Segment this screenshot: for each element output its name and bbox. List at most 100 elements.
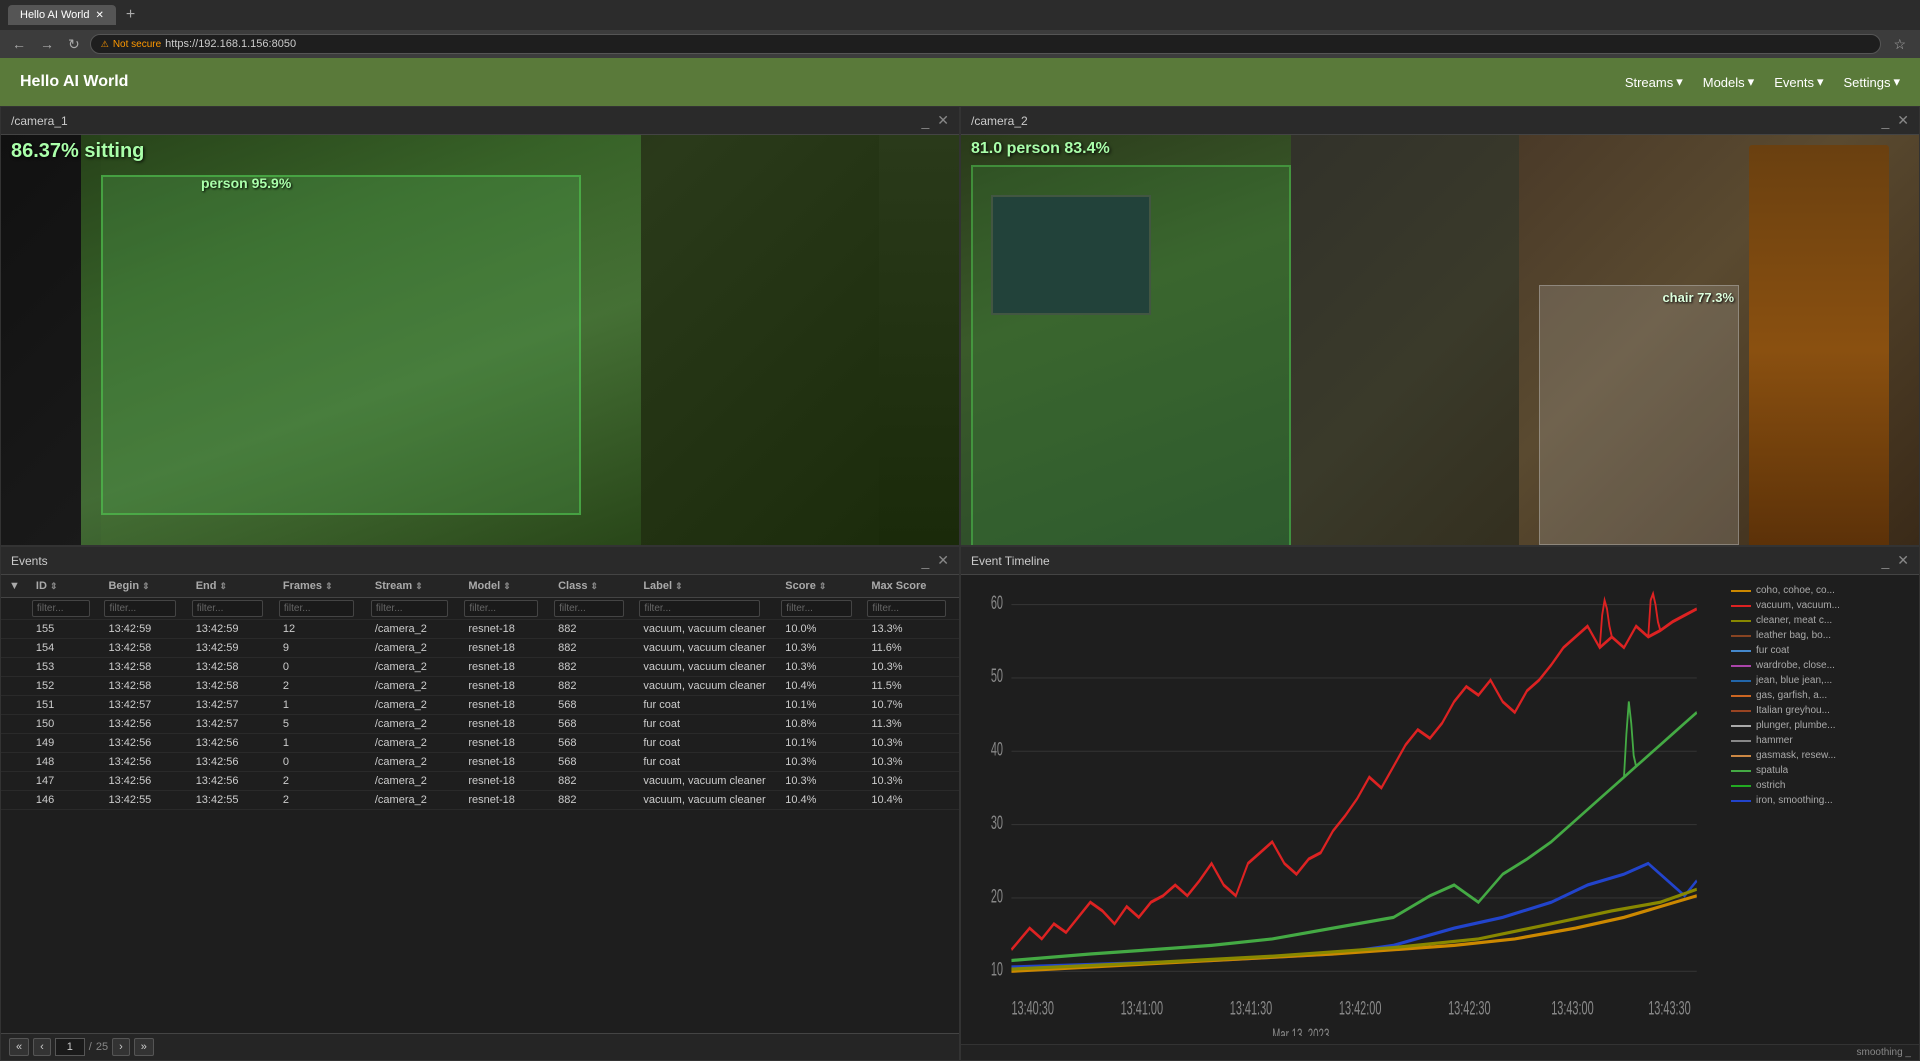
reload-button[interactable]: ↻ (64, 34, 84, 55)
page-prev-btn[interactable]: ‹ (33, 1038, 51, 1056)
page-last-btn[interactable]: » (134, 1038, 154, 1056)
forward-button[interactable]: → (36, 34, 58, 54)
nav-models[interactable]: Models ▾ (1703, 74, 1754, 90)
camera1-person-label: person 95.9% (201, 175, 291, 191)
col-model[interactable]: Model ⇕ (460, 575, 550, 598)
col-maxscore[interactable]: Max Score (863, 575, 959, 598)
not-secure-label: Not secure (113, 39, 161, 50)
filter-label-input[interactable] (639, 600, 760, 617)
filter-score-input[interactable] (781, 600, 851, 617)
camera1-minimize-btn[interactable]: _ (921, 112, 929, 129)
row-frames: 2 (275, 677, 367, 696)
legend-item-label: iron, smoothing... (1756, 795, 1833, 806)
timeline-close-btn[interactable]: ✕ (1897, 552, 1909, 569)
nav-events[interactable]: Events ▾ (1774, 74, 1823, 90)
legend-color-swatch (1731, 710, 1751, 712)
row-model: resnet-18 (460, 715, 550, 734)
events-pagination: « ‹ / 25 › » (1, 1033, 959, 1060)
row-score: 10.1% (777, 734, 863, 753)
row-id: 152 (28, 677, 101, 696)
col-id[interactable]: ID ⇕ (28, 575, 101, 598)
col-sort-icon[interactable]: ▼ (1, 575, 28, 598)
camera2-close-btn[interactable]: ✕ (1897, 112, 1909, 129)
row-end: 13:42:57 (188, 715, 275, 734)
table-row[interactable]: 155 13:42:59 13:42:59 12 /camera_2 resne… (1, 620, 959, 639)
filter-class-input[interactable] (554, 600, 624, 617)
page-next-btn[interactable]: › (112, 1038, 130, 1056)
nav-settings[interactable]: Settings ▾ (1843, 74, 1900, 90)
page-separator: / (89, 1041, 92, 1053)
col-end[interactable]: End ⇕ (188, 575, 275, 598)
events-close-btn[interactable]: ✕ (937, 552, 949, 569)
tab-close-btn[interactable]: ✕ (96, 10, 104, 21)
table-row[interactable]: 147 13:42:56 13:42:56 2 /camera_2 resnet… (1, 772, 959, 791)
events-title-bar: Events _ ✕ (1, 547, 959, 575)
back-button[interactable]: ← (8, 34, 30, 54)
legend-color-swatch (1731, 800, 1751, 802)
row-score: 10.3% (777, 658, 863, 677)
page-number-input[interactable] (55, 1038, 85, 1056)
col-label[interactable]: Label ⇕ (635, 575, 777, 598)
filter-maxscore-input[interactable] (867, 600, 946, 617)
row-model: resnet-18 (460, 791, 550, 810)
row-id: 149 (28, 734, 101, 753)
row-begin: 13:42:56 (100, 772, 187, 791)
col-score[interactable]: Score ⇕ (777, 575, 863, 598)
row-frames: 9 (275, 639, 367, 658)
svg-text:13:40:30: 13:40:30 (1011, 998, 1054, 1019)
row-end: 13:42:55 (188, 791, 275, 810)
events-minimize-btn[interactable]: _ (921, 552, 929, 569)
row-id: 154 (28, 639, 101, 658)
camera1-close-btn[interactable]: ✕ (937, 112, 949, 129)
camera1-background: 86.37% sitting person 95.9% (1, 135, 959, 545)
filter-stream-input[interactable] (371, 600, 448, 617)
svg-text:13:43:30: 13:43:30 (1648, 998, 1691, 1019)
col-begin[interactable]: Begin ⇕ (100, 575, 187, 598)
table-row[interactable]: 150 13:42:56 13:42:57 5 /camera_2 resnet… (1, 715, 959, 734)
col-class[interactable]: Class ⇕ (550, 575, 635, 598)
timeline-minimize-btn[interactable]: _ (1881, 552, 1889, 569)
nav-streams[interactable]: Streams ▾ (1625, 74, 1683, 90)
col-frames[interactable]: Frames ⇕ (275, 575, 367, 598)
row-selector (1, 696, 28, 715)
legend-item: spatula (1731, 763, 1911, 778)
table-row[interactable]: 148 13:42:56 13:42:56 0 /camera_2 resnet… (1, 753, 959, 772)
row-label: fur coat (635, 696, 777, 715)
svg-text:13:42:00: 13:42:00 (1339, 998, 1382, 1019)
events-table-wrapper: ▼ ID ⇕ Begin ⇕ End ⇕ Frames ⇕ Stream ⇕ M… (1, 575, 959, 1033)
legend-color-swatch (1731, 770, 1751, 772)
timeline-chart: 60 50 40 30 20 10 13:40:30 13:41:00 (969, 583, 1721, 1036)
page-first-btn[interactable]: « (9, 1038, 29, 1056)
legend-item-label: jean, blue jean,... (1756, 675, 1832, 686)
table-row[interactable]: 153 13:42:58 13:42:58 0 /camera_2 resnet… (1, 658, 959, 677)
col-stream[interactable]: Stream ⇕ (367, 575, 461, 598)
filter-end-input[interactable] (192, 600, 263, 617)
legend-item: ostrich (1731, 778, 1911, 793)
events-tbody: 155 13:42:59 13:42:59 12 /camera_2 resne… (1, 620, 959, 810)
table-row[interactable]: 151 13:42:57 13:42:57 1 /camera_2 resnet… (1, 696, 959, 715)
filter-model-input[interactable] (464, 600, 538, 617)
ssl-warning-icon: ⚠ (101, 39, 109, 50)
bookmark-icon[interactable]: ☆ (1887, 36, 1912, 53)
row-id: 148 (28, 753, 101, 772)
legend-color-swatch (1731, 785, 1751, 787)
filter-id-input[interactable] (32, 600, 90, 617)
browser-nav: ← → ↻ ⚠ Not secure https://192.168.1.156… (0, 30, 1920, 58)
table-row[interactable]: 154 13:42:58 13:42:59 9 /camera_2 resnet… (1, 639, 959, 658)
url-bar[interactable]: ⚠ Not secure https://192.168.1.156:8050 (90, 34, 1882, 54)
filter-id-cell (28, 598, 101, 620)
table-row[interactable]: 152 13:42:58 13:42:58 2 /camera_2 resnet… (1, 677, 959, 696)
row-maxscore: 11.5% (863, 677, 959, 696)
main-content: /camera_1 _ ✕ 86.37% sitting person 95.9… (0, 106, 1920, 1061)
camera2-minimize-btn[interactable]: _ (1881, 112, 1889, 129)
new-tab-btn[interactable]: + (120, 6, 141, 24)
filter-begin-input[interactable] (104, 600, 175, 617)
row-model: resnet-18 (460, 658, 550, 677)
table-row[interactable]: 149 13:42:56 13:42:56 1 /camera_2 resnet… (1, 734, 959, 753)
camera2-background: 81.0 person 83.4% chair 77.3% (961, 135, 1919, 545)
table-row[interactable]: 146 13:42:55 13:42:55 2 /camera_2 resnet… (1, 791, 959, 810)
filter-model-cell (460, 598, 550, 620)
filter-frames-input[interactable] (279, 600, 355, 617)
active-tab[interactable]: Hello AI World ✕ (8, 5, 116, 25)
legend-item-label: cleaner, meat c... (1756, 615, 1832, 626)
